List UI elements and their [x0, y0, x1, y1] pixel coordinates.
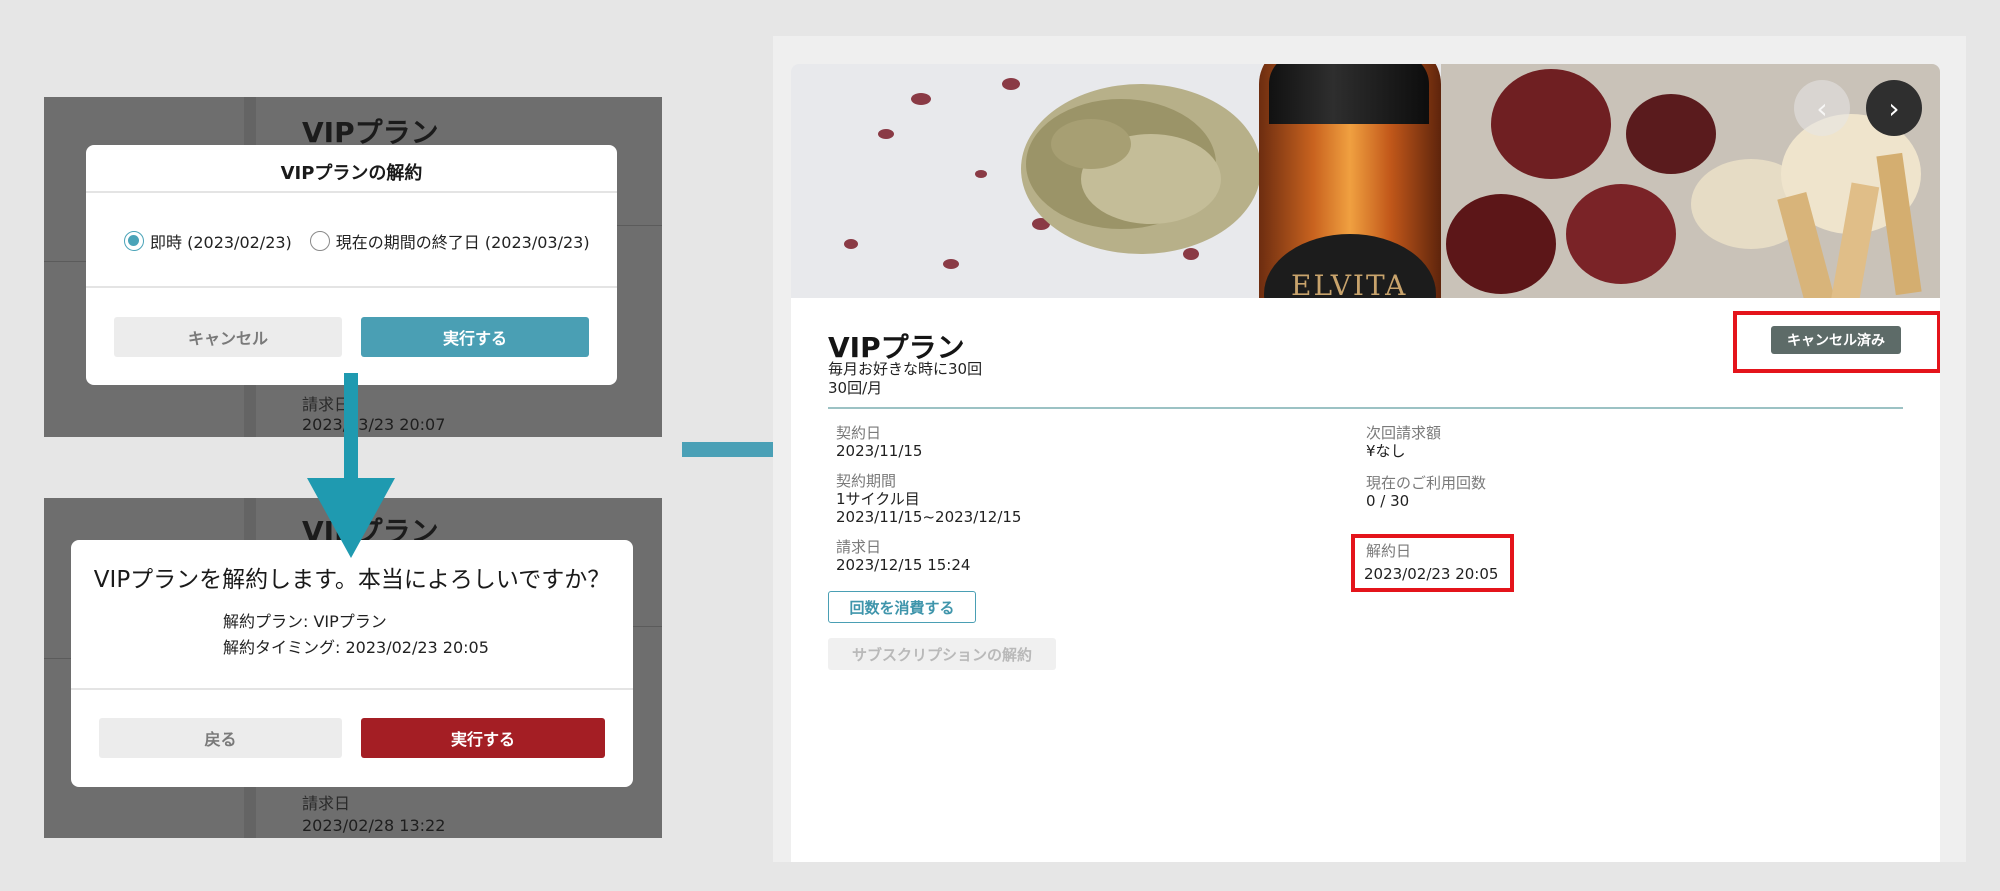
divider [86, 286, 617, 288]
cancel-timing-line: 解約タイミング: 2023/02/23 20:05 [223, 638, 489, 657]
billing-value: 2023/02/28 13:22 [302, 816, 446, 835]
chevron-left-icon[interactable]: ‹ [1794, 80, 1850, 136]
usage-value: 0 / 30 [1366, 492, 1410, 510]
execute-button[interactable]: 実行する [361, 718, 605, 758]
cancel-date-label: 解約日 [1366, 542, 1412, 560]
back-button[interactable]: 戻る [99, 718, 342, 758]
cancel-date-value: 2023/02/23 20:05 [1364, 565, 1499, 583]
plan-description: 毎月お好きな時に30回 [828, 360, 983, 378]
section-divider [828, 407, 1903, 409]
product-banner-image: ELVITA ‹ › [791, 64, 1940, 298]
subscription-detail-card: ELVITA ‹ › VIPプラン 毎月お好きな時に30回 30回/月 キャンセ… [791, 64, 1940, 862]
billing-label: 請求日 [302, 794, 351, 813]
divider [71, 688, 633, 690]
modal-title: VIPプランを解約します。本当によろしいですか？ [93, 567, 611, 593]
divider [86, 191, 617, 193]
confirm-cancel-modal: VIPプランを解約します。本当によろしいですか？ 解約プラン: VIPプラン 解… [71, 540, 633, 787]
flow-arrow-down-head [307, 478, 395, 558]
chevron-right-icon[interactable]: › [1866, 80, 1922, 136]
plan-frequency: 30回/月 [828, 379, 883, 397]
radio-immediate-label[interactable]: 即時 (2023/02/23) [150, 229, 292, 253]
modal-title: VIPプランの解約 [280, 163, 423, 184]
radio-period-end[interactable] [309, 231, 330, 251]
contract-date-value: 2023/11/15 [836, 442, 923, 460]
bottle-cap [1269, 64, 1429, 124]
contract-range-value: 2023/11/15~2023/12/15 [836, 508, 1022, 526]
consume-count-button[interactable]: 回数を消費する [828, 591, 976, 623]
billing-date-value: 2023/12/15 15:24 [836, 556, 971, 574]
cancel-plan-modal: VIPプランの解約 即時 (2023/02/23) 現在の期間の終了日 (202… [86, 145, 617, 385]
billing-label: 請求日 [302, 395, 351, 414]
unsubscribe-button[interactable]: サブスクリプションの解約 [828, 638, 1056, 670]
bottle-brand-text: ELVITA [1291, 269, 1408, 298]
execute-button[interactable]: 実行する [361, 317, 589, 357]
cancel-plan-line: 解約プラン: VIPプラン [223, 612, 387, 631]
cancel-button[interactable]: キャンセル [114, 317, 342, 357]
radio-period-end-label[interactable]: 現在の期間の終了日 (2023/03/23) [336, 229, 590, 253]
radio-immediate[interactable] [124, 231, 144, 251]
next-amount-value: ¥なし [1366, 442, 1406, 460]
flow-arrow-down [344, 373, 358, 483]
billing-value: 2023/03/23 20:07 [302, 415, 446, 434]
timing-radio-group: 即時 (2023/02/23) 現在の期間の終了日 (2023/03/23) [124, 229, 590, 253]
status-badge: キャンセル済み [1771, 326, 1901, 354]
